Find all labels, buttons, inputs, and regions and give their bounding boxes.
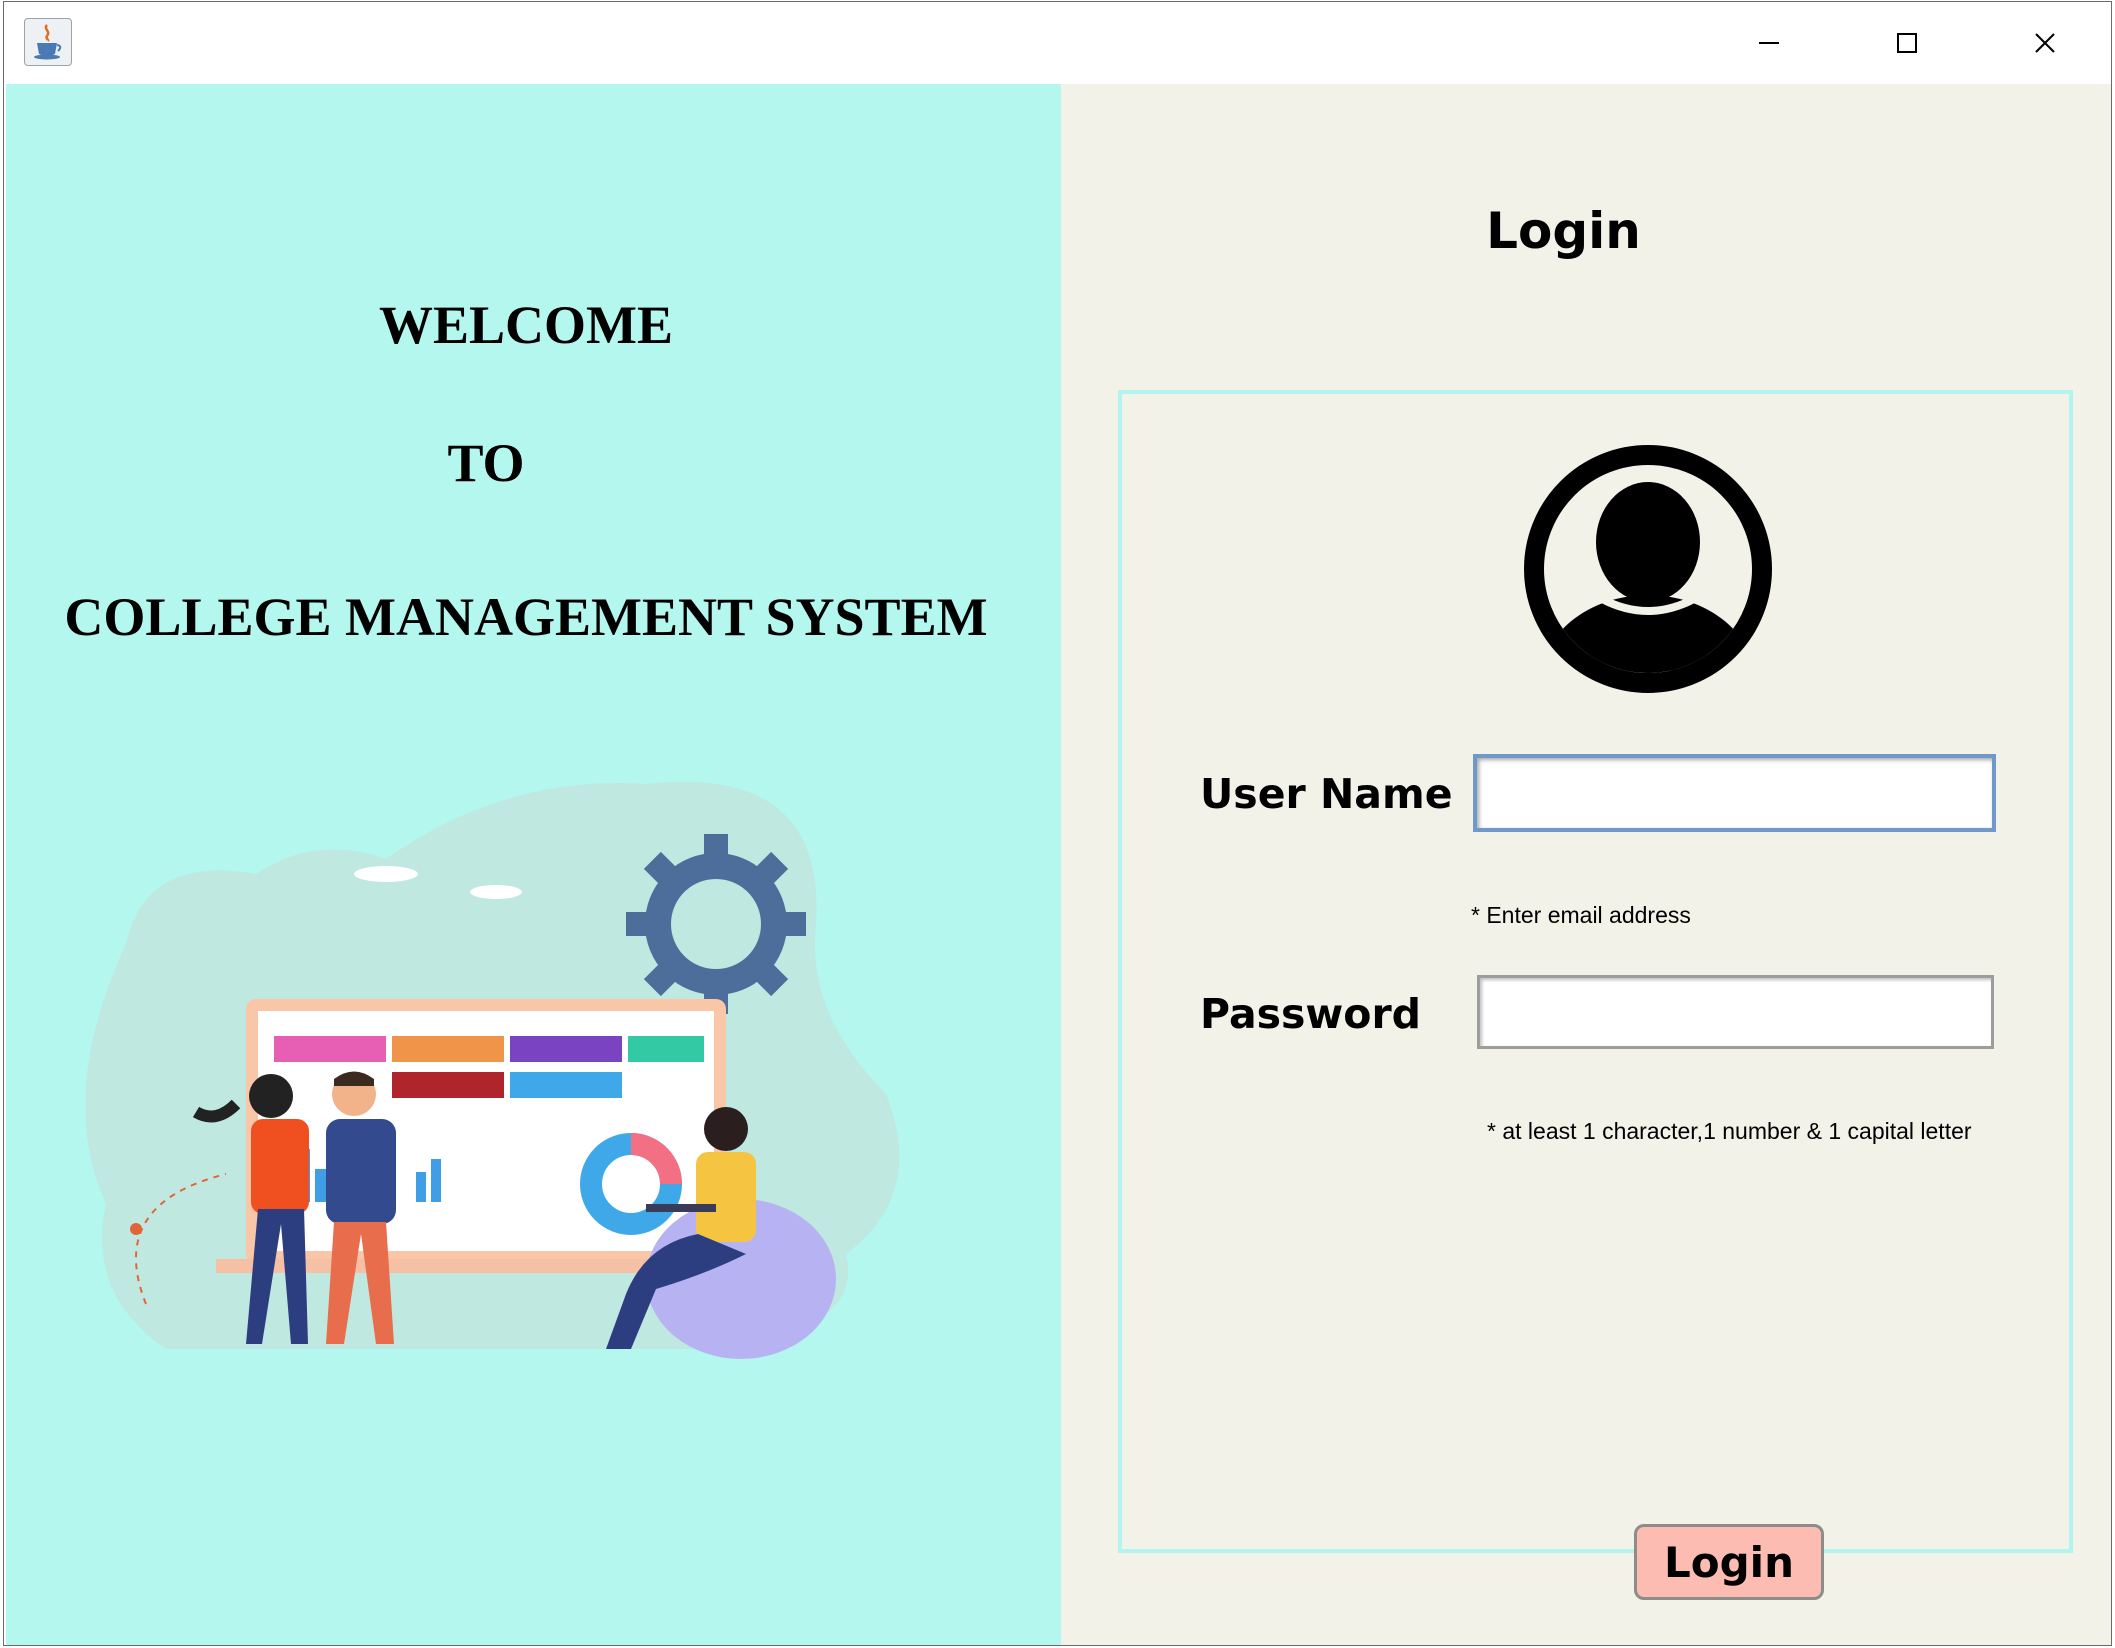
user-avatar-icon [1524, 445, 1772, 693]
password-input[interactable] [1477, 975, 1994, 1049]
maximize-icon [1897, 33, 1917, 53]
username-label: User Name [1200, 770, 1453, 818]
password-label: Password [1200, 990, 1422, 1038]
close-icon [2035, 33, 2055, 53]
close-button[interactable] [1976, 2, 2114, 84]
minimize-icon [1759, 42, 1779, 44]
login-title: Login [1486, 202, 1641, 260]
minimize-button[interactable] [1700, 2, 1838, 84]
college-illustration [86, 781, 900, 1359]
login-form: User Name * Enter email address Password… [1118, 390, 2073, 1600]
title-bar [4, 2, 2111, 84]
password-hint: * at least 1 character,1 number & 1 capi… [1487, 1118, 1972, 1144]
college-management-system-title: COLLEGE MANAGEMENT SYSTEM [64, 587, 988, 647]
java-coffee-cup-icon [24, 18, 72, 66]
app-window: WELCOME TO COLLEGE MANAGEMENT SYSTEM Log… [3, 1, 2112, 1646]
login-button[interactable]: Login [1634, 1524, 1824, 1600]
login-panel: Login User Name * Enter email address Pa… [1061, 84, 2111, 1645]
username-hint: * Enter email address [1471, 902, 1691, 928]
username-input[interactable] [1473, 754, 1996, 832]
welcome-heading: WELCOME [378, 295, 674, 355]
maximize-button[interactable] [1838, 2, 1976, 84]
welcome-to-text: TO [447, 433, 525, 493]
welcome-panel: WELCOME TO COLLEGE MANAGEMENT SYSTEM [6, 84, 1061, 1645]
